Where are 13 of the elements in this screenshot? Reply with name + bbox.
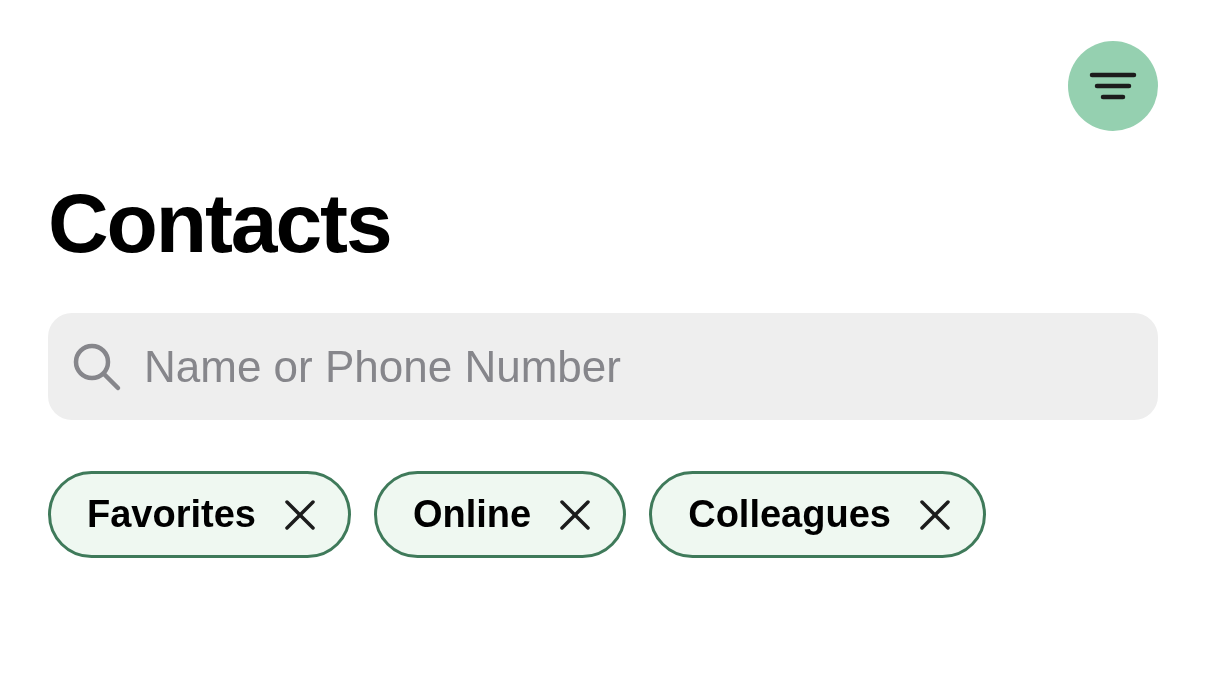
filter-chip[interactable]: Colleagues — [649, 471, 986, 558]
page-title: Contacts — [48, 181, 392, 265]
filter-icon — [1089, 72, 1137, 100]
search-icon — [72, 342, 122, 392]
filter-chip[interactable]: Online — [373, 471, 627, 558]
chip-label: Colleagues — [688, 492, 891, 537]
search-field[interactable]: Name or Phone Number — [48, 313, 1158, 420]
close-icon[interactable] — [283, 498, 316, 531]
filter-chip[interactable]: Favorites — [48, 471, 351, 558]
chip-label: Favorites — [87, 492, 256, 537]
close-icon[interactable] — [559, 498, 592, 531]
chip-label: Online — [412, 492, 532, 537]
close-icon[interactable] — [918, 498, 951, 531]
